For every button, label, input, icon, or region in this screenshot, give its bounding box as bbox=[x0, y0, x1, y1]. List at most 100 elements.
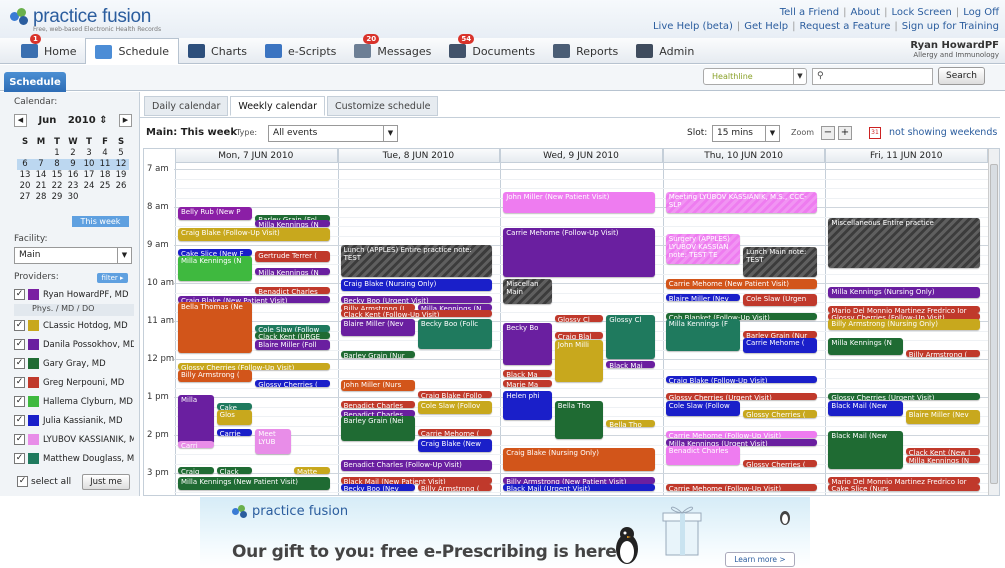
appointment[interactable]: Meeting LYUBOV KASSIANIK, M.S., CCC-SLP bbox=[665, 191, 818, 213]
calendar-day[interactable]: 29 bbox=[49, 192, 65, 203]
calendar-day[interactable]: 25 bbox=[97, 181, 113, 192]
appointment[interactable]: Surgery (APPLES) LYUBOV KASSIAN note: TE… bbox=[665, 233, 741, 264]
appointment[interactable]: Black Mail (New bbox=[828, 431, 903, 470]
appointment[interactable]: Benadict Charles bbox=[340, 400, 415, 408]
appointment[interactable]: Black Mail (Urgent Visit) bbox=[503, 484, 655, 492]
appointment[interactable]: Milla Kennings (F bbox=[665, 319, 741, 352]
appointment[interactable]: Craig Blake (Follow-Up Visit) bbox=[178, 227, 330, 242]
top-link[interactable]: Request a Feature bbox=[799, 21, 890, 32]
provider-row[interactable]: ✓ CLassic Hotdog, MD bbox=[14, 316, 134, 335]
appointment[interactable]: Carrie Mehome (Follow-Up Visit) bbox=[503, 227, 655, 278]
appointment[interactable]: Billy Armstrong ( bbox=[417, 484, 493, 492]
top-link[interactable]: Get Help bbox=[744, 21, 788, 32]
appointment[interactable]: Glos bbox=[216, 410, 253, 426]
provider-row[interactable]: ✓ Julia Kassianik, MD bbox=[14, 411, 134, 430]
top-link[interactable]: Log Off bbox=[963, 7, 999, 18]
prev-month-button[interactable]: ◀ bbox=[14, 113, 27, 127]
calendar-day[interactable]: 12 bbox=[113, 159, 129, 170]
nav-schedule[interactable]: Schedule bbox=[85, 38, 180, 64]
appointment[interactable]: Barley Grain (Nur bbox=[743, 330, 818, 338]
zoom-in-button[interactable]: + bbox=[838, 126, 852, 140]
appointment[interactable]: Glossy Cherries ( bbox=[743, 459, 818, 467]
top-link[interactable]: Lock Screen bbox=[891, 7, 951, 18]
appointment[interactable]: Miscellan Main bbox=[503, 279, 552, 304]
calendar-day[interactable]: 18 bbox=[97, 170, 113, 181]
top-link[interactable]: About bbox=[850, 7, 880, 18]
event-type-select[interactable]: All events ▼ bbox=[268, 125, 398, 142]
checkbox-icon[interactable]: ✓ bbox=[14, 320, 25, 331]
appointment[interactable]: Craig Blake (Nursing Only) bbox=[503, 448, 655, 472]
appointment[interactable]: Blaire Miller (Nev bbox=[340, 319, 415, 337]
calendar-day[interactable]: 23 bbox=[65, 181, 81, 192]
appointment[interactable]: John Miller (New Patient Visit) bbox=[503, 191, 655, 213]
appointment[interactable]: Benadict Charles (Follow-Up Visit) bbox=[340, 459, 493, 472]
calendar-day[interactable]: 30 bbox=[65, 192, 81, 203]
appointment[interactable]: Milla Kennings (N bbox=[905, 455, 980, 463]
promo-banner[interactable]: practice fusion Our gift to you: free e-… bbox=[0, 497, 1005, 568]
appointment[interactable]: Craig Blake (New bbox=[417, 438, 493, 453]
appointment[interactable]: Becky Boo (Follc bbox=[417, 319, 493, 350]
just-me-button[interactable]: Just me bbox=[82, 474, 130, 490]
slot-select[interactable]: 15 mins ▼ bbox=[712, 125, 780, 142]
appointment[interactable]: Milla Kennings (N bbox=[255, 267, 330, 275]
appointment[interactable]: Glossy Cherries ( bbox=[743, 410, 818, 418]
appointment[interactable]: Clack Kent (URGE bbox=[255, 332, 330, 340]
appointment[interactable]: Craig Blake (Nursing Only) bbox=[340, 279, 493, 291]
appointment[interactable]: Billy Armstrong (New Patient Visit) bbox=[503, 476, 655, 484]
nav-e-scripts[interactable]: e-Scripts bbox=[256, 39, 345, 63]
appointment[interactable]: John Miller (Nurs bbox=[340, 379, 415, 392]
appointment[interactable]: Helen phi bbox=[503, 391, 552, 420]
calendar-day[interactable]: 2 bbox=[65, 148, 81, 159]
calendar-day[interactable]: 21 bbox=[33, 181, 49, 192]
appointment[interactable]: Milla Kennings (Urgent Visit) bbox=[665, 438, 818, 446]
toggle-weekends-link[interactable]: not showing weekends bbox=[889, 127, 997, 138]
appointment[interactable]: Belly Rub (New P bbox=[178, 207, 253, 221]
appointment[interactable]: Becky Bo bbox=[503, 322, 552, 365]
checkbox-icon[interactable]: ✓ bbox=[14, 453, 25, 464]
calendar-day[interactable]: 1 bbox=[49, 148, 65, 159]
filter-button[interactable]: filter ▸ bbox=[97, 273, 128, 283]
appointment[interactable]: Bella Tho bbox=[554, 400, 604, 439]
appointment[interactable]: Cake Slice (Nurs bbox=[828, 484, 980, 492]
appointment[interactable]: Blaire Miller (Foll bbox=[255, 340, 330, 350]
appointment[interactable]: Carrie Mehome ( bbox=[743, 338, 818, 354]
checkbox-icon[interactable]: ✓ bbox=[14, 339, 25, 350]
nav-admin[interactable]: Admin bbox=[627, 39, 703, 63]
provider-row[interactable]: ✓ Matthew Douglass, MD bbox=[14, 449, 134, 468]
appointment[interactable]: Black Mail (New Patient Visit) bbox=[340, 476, 493, 484]
schedule-tab[interactable]: Schedule bbox=[4, 72, 66, 92]
calendar-day[interactable]: 9 bbox=[65, 159, 81, 170]
appointment[interactable]: Carrie Mehome (New Patient Visit) bbox=[665, 279, 818, 289]
calendar-scrollbar[interactable] bbox=[988, 149, 999, 495]
appointment[interactable]: Benadict Charles bbox=[255, 286, 330, 294]
healthline-select[interactable]: Healthline ▼ bbox=[703, 68, 807, 85]
appointment[interactable]: Matte bbox=[293, 467, 330, 475]
provider-row[interactable]: ✓ Hallema Clyburn, MD bbox=[14, 392, 134, 411]
nav-messages[interactable]: 20 Messages bbox=[345, 34, 440, 63]
appointment[interactable]: Cake Slice (New F bbox=[178, 248, 253, 256]
this-week-button[interactable]: This week bbox=[72, 216, 129, 227]
calendar-day[interactable]: 8 bbox=[49, 159, 65, 170]
calendar-day[interactable]: 7 bbox=[33, 159, 49, 170]
appointment[interactable]: Milla Kennings (Nursing Only) bbox=[828, 286, 980, 299]
appointment[interactable]: Carrie Mehome (Follow-Up Visit) bbox=[665, 484, 818, 492]
appointment[interactable]: Becky Boo (Urgent Visit) bbox=[340, 296, 493, 304]
scrollbar-thumb[interactable] bbox=[990, 164, 998, 484]
appointment[interactable]: Lunch Main note: TEST bbox=[743, 246, 818, 278]
calendar-day[interactable]: 6 bbox=[17, 159, 33, 170]
appointment[interactable]: Craig bbox=[178, 467, 214, 475]
appointment[interactable]: Carrie Mehome ( bbox=[417, 429, 493, 437]
appointment[interactable]: Marie Ma bbox=[503, 379, 552, 387]
checkbox-icon[interactable]: ✓ bbox=[14, 434, 25, 445]
appointment[interactable]: Cole Slaw (Follow bbox=[255, 324, 330, 332]
appointment[interactable]: Craig Blal bbox=[554, 332, 604, 340]
appointment[interactable]: Clack Kent (New I bbox=[905, 448, 980, 456]
provider-row[interactable]: ✓ Gary Gray, MD bbox=[14, 354, 134, 373]
appointment[interactable]: Becky Boo (Nev bbox=[340, 484, 415, 492]
checkbox-icon[interactable]: ✓ bbox=[14, 415, 25, 426]
appointment[interactable]: Glossy Cherries ( bbox=[255, 379, 330, 387]
top-link[interactable]: Tell a Friend bbox=[780, 7, 839, 18]
appointment[interactable]: Barley Grain (Nei bbox=[340, 416, 415, 441]
calendar-day[interactable]: 14 bbox=[33, 170, 49, 181]
provider-row[interactable]: ✓ Greg Nerpouni, MD bbox=[14, 373, 134, 392]
